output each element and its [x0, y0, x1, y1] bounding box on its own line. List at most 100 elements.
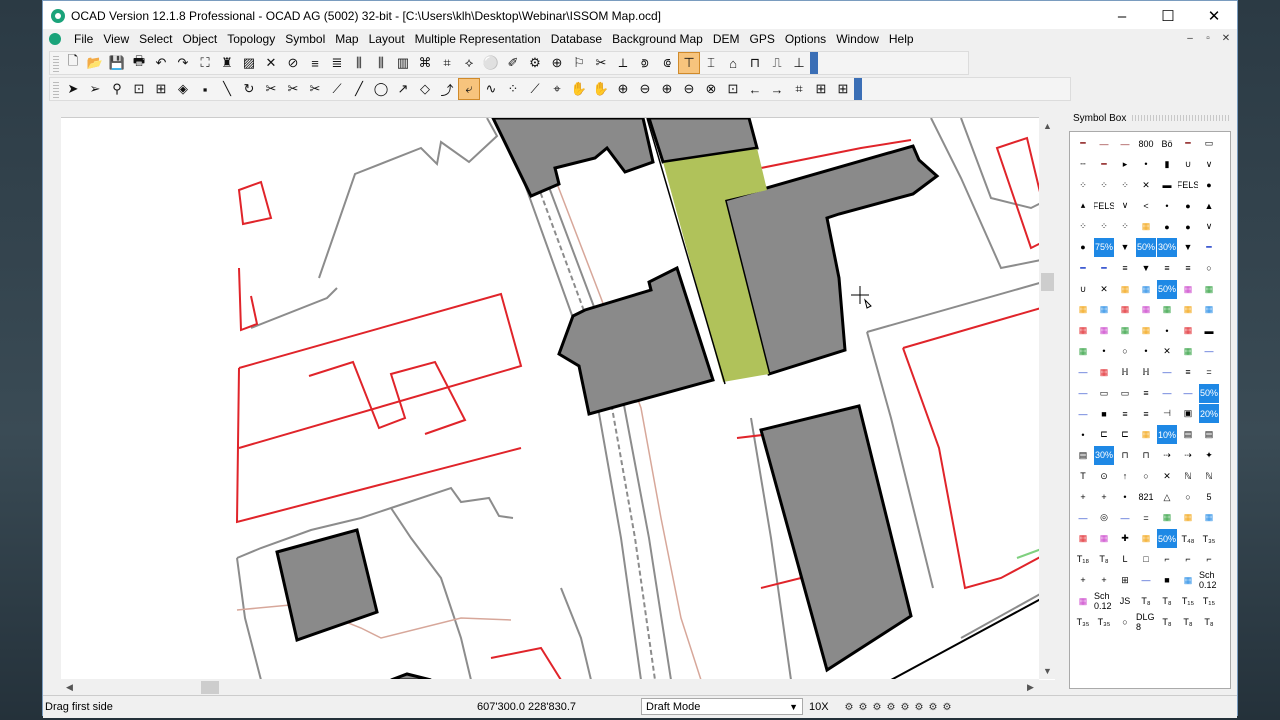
symbol-item[interactable]: • — [1136, 155, 1156, 174]
toolbar-grip-icon[interactable] — [53, 80, 59, 98]
symbol-item[interactable]: ⊏ — [1094, 425, 1114, 444]
toolbar1-tool-icon[interactable]: ⟡ — [458, 52, 480, 74]
symbol-item[interactable]: ℍ — [1115, 363, 1135, 382]
toolbar1-tool-icon[interactable]: ⟂ — [612, 52, 634, 74]
toolbar1-tool-icon[interactable]: 💾 — [106, 52, 128, 74]
toolbar-overflow-icon[interactable] — [854, 78, 862, 100]
symbol-item[interactable]: • — [1094, 342, 1114, 361]
symbol-item[interactable]: ⇢ — [1157, 446, 1177, 465]
symbol-item[interactable]: T₈ — [1157, 592, 1177, 611]
symbol-item[interactable]: ▦ — [1073, 342, 1093, 361]
vertical-scrollbar[interactable]: ▲ ▼ — [1039, 117, 1056, 679]
toolbar2-tool-icon[interactable]: → — [766, 78, 788, 100]
toolbar1-tool-icon[interactable]: ✂ — [590, 52, 612, 74]
toolbar1-tool-icon[interactable]: ⌘ — [414, 52, 436, 74]
symbol-item[interactable]: ⁘ — [1115, 217, 1135, 236]
symbol-item[interactable]: — — [1073, 384, 1093, 403]
symbol-item[interactable]: DLG 8 — [1136, 612, 1156, 631]
symbol-item[interactable]: ▦ — [1094, 321, 1114, 340]
symbol-item[interactable]: 75% — [1094, 237, 1114, 257]
symbol-item[interactable]: < — [1136, 196, 1156, 215]
symbol-item[interactable]: ⊣ — [1157, 404, 1177, 423]
symbol-item[interactable]: FELS — [1094, 196, 1114, 215]
toolbar2-tool-icon[interactable]: ↻ — [238, 78, 260, 100]
symbol-item[interactable]: T₃₅ — [1094, 612, 1114, 631]
menu-file[interactable]: File — [69, 32, 98, 46]
draft-mode-select[interactable]: Draft Mode ▼ — [641, 698, 803, 715]
symbol-item[interactable]: — — [1094, 134, 1114, 153]
symbol-item[interactable]: ⊙ — [1094, 467, 1114, 486]
toolbar1-tool-icon[interactable]: ⚙ — [524, 52, 546, 74]
symbol-item[interactable]: ✚ — [1115, 529, 1135, 548]
map-canvas[interactable] — [61, 117, 1055, 680]
menu-background-map[interactable]: Background Map — [607, 32, 708, 46]
symbol-item[interactable]: ✕ — [1157, 342, 1177, 361]
symbol-item[interactable]: ○ — [1178, 488, 1198, 507]
symbol-item[interactable]: ℕ — [1178, 467, 1198, 486]
symbol-item[interactable]: ▦ — [1199, 300, 1219, 319]
menu-view[interactable]: View — [98, 32, 134, 46]
symbol-item[interactable]: ● — [1178, 196, 1198, 215]
symbol-item[interactable]: ▮ — [1157, 155, 1177, 174]
symbol-item[interactable]: ▦ — [1136, 300, 1156, 319]
toolbar2-tool-icon[interactable]: ⊖ — [634, 78, 656, 100]
menu-topology[interactable]: Topology — [222, 32, 280, 46]
symbol-item[interactable]: T₁₅ — [1199, 592, 1219, 611]
symbol-item[interactable]: ⁘ — [1073, 176, 1093, 195]
symbol-item[interactable]: ▬ — [1199, 321, 1219, 340]
toolbar1-tool-icon[interactable]: ⫼ — [348, 52, 370, 74]
symbol-item[interactable]: ⊞ — [1115, 571, 1135, 590]
symbol-item[interactable]: 20% — [1199, 404, 1219, 424]
symbol-item[interactable]: ▼ — [1136, 259, 1156, 278]
toolbar2-tool-icon[interactable]: ⚲ — [106, 78, 128, 100]
toolbar2-tool-icon[interactable]: ← — [744, 78, 766, 100]
document-icon[interactable] — [49, 33, 61, 45]
menu-layout[interactable]: Layout — [364, 32, 410, 46]
toolbar2-tool-icon[interactable]: ⊗ — [700, 78, 722, 100]
symbol-item[interactable]: T — [1073, 467, 1093, 486]
symbol-item[interactable]: ▤ — [1178, 425, 1198, 444]
symbol-item[interactable]: ▦ — [1178, 300, 1198, 319]
symbol-item[interactable]: ▦ — [1178, 342, 1198, 361]
symbol-item[interactable]: ◎ — [1094, 508, 1114, 527]
toolbar2-tool-icon[interactable]: ⊞ — [150, 78, 172, 100]
symbol-item[interactable]: ▲ — [1199, 196, 1219, 215]
toolbar2-tool-icon[interactable]: ╲ — [216, 78, 238, 100]
symbol-item[interactable]: ━ — [1199, 238, 1219, 257]
toolbar1-tool-icon[interactable]: ⚐ — [568, 52, 590, 74]
symbol-item[interactable]: ▦ — [1094, 363, 1114, 382]
symbol-item[interactable]: ▼ — [1178, 238, 1198, 257]
symbol-item[interactable]: ▦ — [1115, 280, 1135, 299]
symbol-item[interactable]: — — [1178, 384, 1198, 403]
menu-gps[interactable]: GPS — [744, 32, 779, 46]
symbol-item[interactable]: T₁₅ — [1178, 592, 1198, 611]
toolbar1-tool-icon[interactable]: ↶ — [150, 52, 172, 74]
toolbar1-tool-icon[interactable]: ⊓ — [744, 52, 766, 74]
symbol-item[interactable]: ∨ — [1199, 155, 1219, 174]
close-button[interactable]: ✕ — [1191, 1, 1237, 31]
symbol-item[interactable]: ⌐ — [1157, 550, 1177, 569]
symbol-item[interactable]: ▦ — [1157, 508, 1177, 527]
toolbar2-tool-icon[interactable]: ⤴ — [436, 78, 458, 100]
symbol-item[interactable]: ● — [1178, 217, 1198, 236]
symbol-item[interactable]: ⁘ — [1073, 217, 1093, 236]
symbol-item[interactable]: — — [1073, 363, 1093, 382]
symbol-item[interactable]: □ — [1136, 550, 1156, 569]
symbol-item[interactable]: Sch 0.12 — [1094, 592, 1114, 611]
symbol-item[interactable]: ≡ — [1178, 363, 1198, 382]
toolbar-overflow-icon[interactable] — [810, 52, 818, 74]
symbol-item[interactable]: ✕ — [1094, 280, 1114, 299]
toolbar2-tool-icon[interactable]: ⟋ — [326, 78, 348, 100]
toolbar1-tool-icon[interactable]: ⌗ — [436, 52, 458, 74]
toolbar1-tool-icon[interactable]: ⟃ — [656, 52, 678, 74]
symbol-item[interactable]: ⁘ — [1115, 176, 1135, 195]
symbol-item[interactable]: ━ — [1073, 259, 1093, 278]
symbol-item[interactable]: ≡ — [1136, 404, 1156, 423]
symbol-item[interactable]: ━ — [1178, 134, 1198, 153]
symbol-item[interactable]: ≡ — [1115, 259, 1135, 278]
menu-database[interactable]: Database — [546, 32, 607, 46]
symbol-item[interactable]: ▦ — [1073, 300, 1093, 319]
symbol-item[interactable]: — — [1115, 508, 1135, 527]
symbol-item[interactable]: • — [1157, 196, 1177, 215]
toolbar1-tool-icon[interactable]: ⌂ — [722, 52, 744, 74]
